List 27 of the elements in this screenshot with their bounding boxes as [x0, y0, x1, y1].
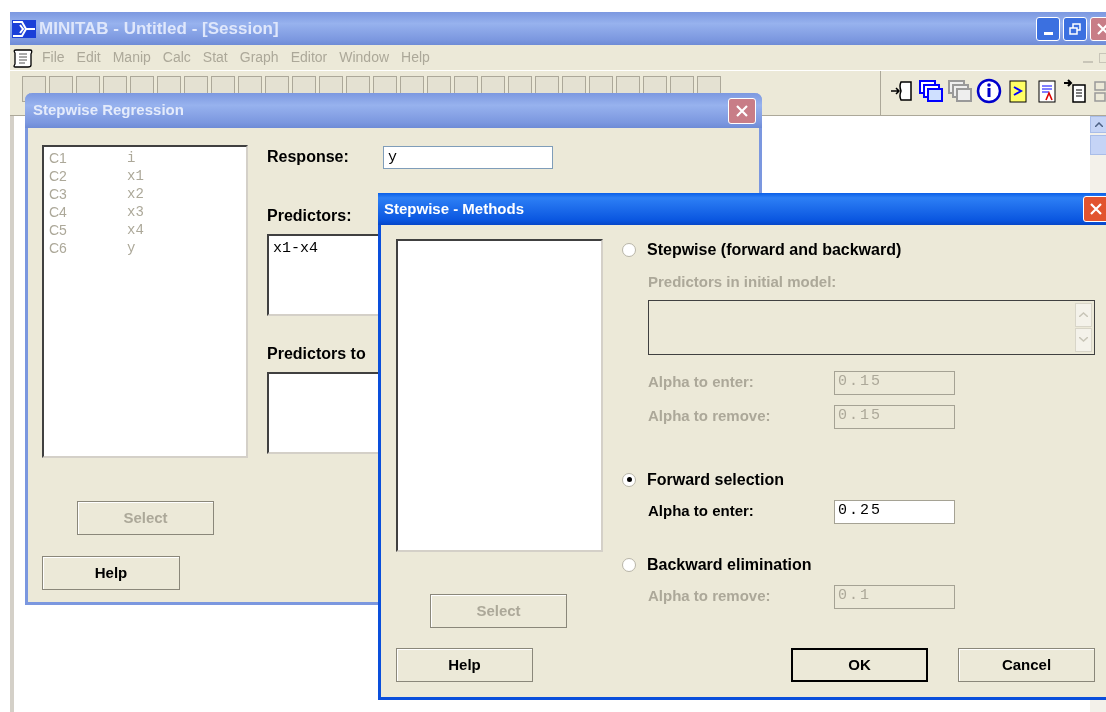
field-label: Response: [267, 147, 350, 167]
input-field[interactable]: y [383, 145, 553, 169]
variable-item[interactable]: C2 x1 [49, 167, 246, 185]
variable-item[interactable]: C1 i [49, 149, 246, 167]
field-label: Predictors to [267, 344, 366, 364]
field-label: Alpha to remove: [648, 586, 772, 607]
field-label: Alpha to enter: [648, 372, 755, 393]
dialog-button[interactable]: Help [42, 556, 180, 590]
dialog-button[interactable]: Help [396, 648, 533, 682]
input-field[interactable]: 0.25 [834, 499, 955, 524]
variable-list[interactable]: C1 i C2 x1 C3 x2 C4 x3 C5 x4 C6 y [42, 145, 248, 458]
field-label: Predictors: [267, 206, 352, 226]
field-label: Alpha to enter: [648, 501, 755, 522]
variable-item[interactable]: C4 x3 [49, 203, 246, 221]
radio-label: Backward elimination [647, 554, 812, 575]
dialog-button[interactable]: OK [791, 648, 928, 682]
variable-item[interactable]: C6 y [49, 239, 246, 257]
radio-label: Stepwise (forward and backward) [647, 240, 902, 260]
window-title: MINITAB - Untitled - [Session] [39, 17, 279, 40]
dialog-button[interactable]: Cancel [958, 648, 1095, 682]
dialog-title: Stepwise Regression [33, 100, 184, 121]
variable-item[interactable]: C5 x4 [49, 221, 246, 239]
field-label: Predictors in initial model: [648, 272, 837, 292]
dialog-title: Stepwise - Methods [384, 198, 525, 219]
variable-item[interactable]: C3 x2 [49, 185, 246, 203]
radio-label: Forward selection [647, 469, 784, 490]
field-label: Alpha to remove: [648, 406, 772, 427]
